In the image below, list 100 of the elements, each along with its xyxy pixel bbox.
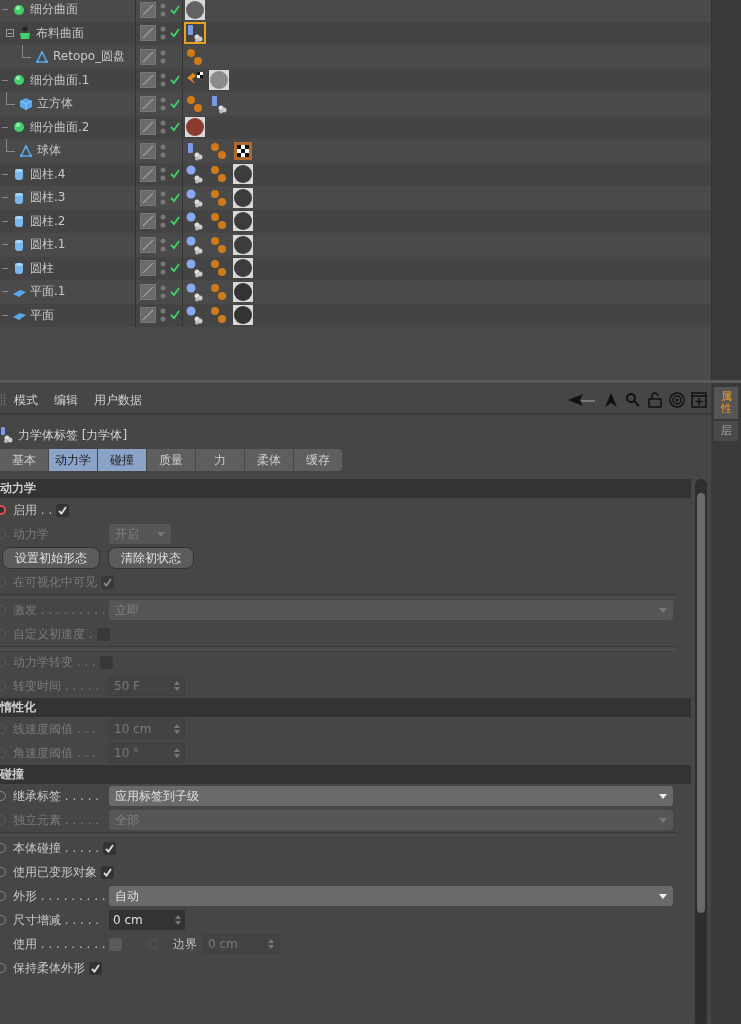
object-name[interactable]: 圆柱.4: [30, 165, 66, 183]
visibility-dots-icon[interactable]: [160, 213, 166, 230]
number-field[interactable]: 0 cm: [109, 910, 185, 930]
back-arrow-icon[interactable]: [567, 392, 597, 408]
material-sphere-icon[interactable]: [233, 164, 253, 185]
object-name[interactable]: 平面.1: [30, 283, 66, 301]
enabled-check-icon[interactable]: [170, 310, 180, 321]
side-tab[interactable]: 属性: [714, 387, 738, 420]
dropdown[interactable]: 自动: [109, 886, 673, 906]
expand-toggle[interactable]: [6, 29, 14, 38]
section-header[interactable]: 动力学: [0, 479, 691, 498]
object-name[interactable]: 细分曲面.1: [30, 71, 90, 89]
spinner-arrows-icon[interactable]: [175, 915, 181, 925]
layer-box-icon[interactable]: [140, 166, 156, 183]
menu-item[interactable]: 编辑: [54, 391, 78, 409]
visibility-dots-icon[interactable]: [160, 119, 166, 136]
tab[interactable]: 动力学: [49, 449, 97, 471]
visibility-dots-icon[interactable]: [160, 236, 166, 253]
object-name[interactable]: 圆柱: [30, 259, 54, 277]
layer-box-icon[interactable]: [140, 283, 156, 300]
cloth-tag-icon[interactable]: [185, 23, 205, 44]
visibility-dots-icon[interactable]: [160, 260, 166, 277]
enabled-check-icon[interactable]: [170, 239, 180, 250]
tab[interactable]: 基本: [0, 449, 48, 471]
visibility-dots-icon[interactable]: [160, 25, 166, 42]
object-name[interactable]: 细分曲面: [30, 1, 78, 19]
enabled-check-icon[interactable]: [170, 98, 180, 109]
visibility-dots-icon[interactable]: [160, 189, 166, 206]
layer-box-icon[interactable]: [140, 119, 156, 136]
layer-box-icon[interactable]: [140, 95, 156, 112]
object-name[interactable]: 圆柱.2: [30, 212, 66, 230]
object-name[interactable]: 细分曲面.2: [30, 118, 90, 136]
layer-box-icon[interactable]: [140, 260, 156, 277]
visibility-dots-icon[interactable]: [160, 1, 166, 18]
menu-item[interactable]: 用户数据: [94, 391, 142, 409]
layer-box-icon[interactable]: [140, 142, 156, 159]
side-tab[interactable]: 层: [714, 421, 738, 442]
spheres-icon[interactable]: [185, 258, 205, 279]
object-name[interactable]: 平面: [30, 306, 54, 324]
layer-box-icon[interactable]: [140, 213, 156, 230]
object-name[interactable]: Retopo_圆盘: [53, 48, 126, 66]
caret-icon[interactable]: [659, 793, 667, 799]
layer-box-icon[interactable]: [140, 1, 156, 18]
spinner-arrows-icon[interactable]: [174, 724, 180, 734]
checkbox[interactable]: [101, 865, 114, 879]
object-name[interactable]: 球体: [37, 142, 61, 160]
enabled-check-icon[interactable]: [170, 216, 180, 227]
material-sphere-icon[interactable]: [185, 0, 205, 20]
spheres-icon[interactable]: [185, 164, 205, 185]
tab[interactable]: 碰撞: [98, 449, 146, 471]
grip-icon[interactable]: [0, 394, 6, 406]
tab[interactable]: 质量: [147, 449, 195, 471]
material-sphere-icon[interactable]: [233, 234, 253, 255]
new-panel-icon[interactable]: [691, 392, 707, 408]
action-button[interactable]: 清除初状态: [108, 547, 194, 569]
target-icon[interactable]: [669, 392, 685, 408]
visibility-dots-icon[interactable]: [160, 166, 166, 183]
section-header[interactable]: 惰性化: [0, 698, 691, 717]
visibility-dots-icon[interactable]: [160, 48, 166, 65]
spheres-icon[interactable]: [185, 281, 205, 302]
caret-icon[interactable]: [659, 893, 667, 899]
checker-icon[interactable]: [233, 140, 253, 161]
enabled-check-icon[interactable]: [170, 75, 180, 86]
enabled-check-icon[interactable]: [170, 122, 180, 133]
layer-box-icon[interactable]: [140, 189, 156, 206]
visibility-dots-icon[interactable]: [160, 307, 166, 324]
layer-box-icon[interactable]: [140, 48, 156, 65]
object-name[interactable]: 圆柱.3: [30, 189, 66, 207]
object-name[interactable]: 布料曲面: [36, 24, 84, 42]
tab[interactable]: 力: [196, 449, 244, 471]
material-sphere-icon[interactable]: [233, 305, 253, 326]
spinner-arrows-icon[interactable]: [174, 748, 180, 758]
visibility-dots-icon[interactable]: [160, 142, 166, 159]
visibility-dots-icon[interactable]: [160, 95, 166, 112]
tab[interactable]: 缓存: [294, 449, 342, 471]
checkbox[interactable]: [56, 503, 70, 517]
enabled-check-icon[interactable]: [170, 169, 180, 180]
search-icon[interactable]: [625, 392, 641, 408]
layer-box-icon[interactable]: [140, 72, 156, 89]
material-sphere-icon[interactable]: [233, 281, 253, 302]
scrollbar[interactable]: [695, 479, 707, 1024]
object-name[interactable]: 立方体: [37, 95, 73, 113]
action-button[interactable]: 设置初始形态: [2, 547, 100, 569]
checkbox[interactable]: [101, 575, 114, 589]
material-sphere-icon[interactable]: [209, 70, 229, 91]
spheres-icon[interactable]: [185, 187, 205, 208]
spheres-icon[interactable]: [185, 234, 205, 255]
spinner-arrows-icon[interactable]: [268, 939, 274, 949]
menu-item[interactable]: 模式: [14, 391, 38, 409]
up-arrow-icon[interactable]: [603, 392, 619, 408]
layer-box-icon[interactable]: [140, 236, 156, 253]
visibility-dots-icon[interactable]: [160, 283, 166, 300]
enabled-check-icon[interactable]: [170, 192, 180, 203]
checkbox[interactable]: [89, 961, 102, 975]
layer-box-icon[interactable]: [140, 307, 156, 324]
section-header[interactable]: 碰撞: [0, 765, 691, 784]
cloth-tag-icon[interactable]: [209, 93, 229, 114]
spheres-icon[interactable]: [185, 211, 205, 232]
layer-box-icon[interactable]: [140, 25, 156, 42]
enabled-check-icon[interactable]: [170, 286, 180, 297]
